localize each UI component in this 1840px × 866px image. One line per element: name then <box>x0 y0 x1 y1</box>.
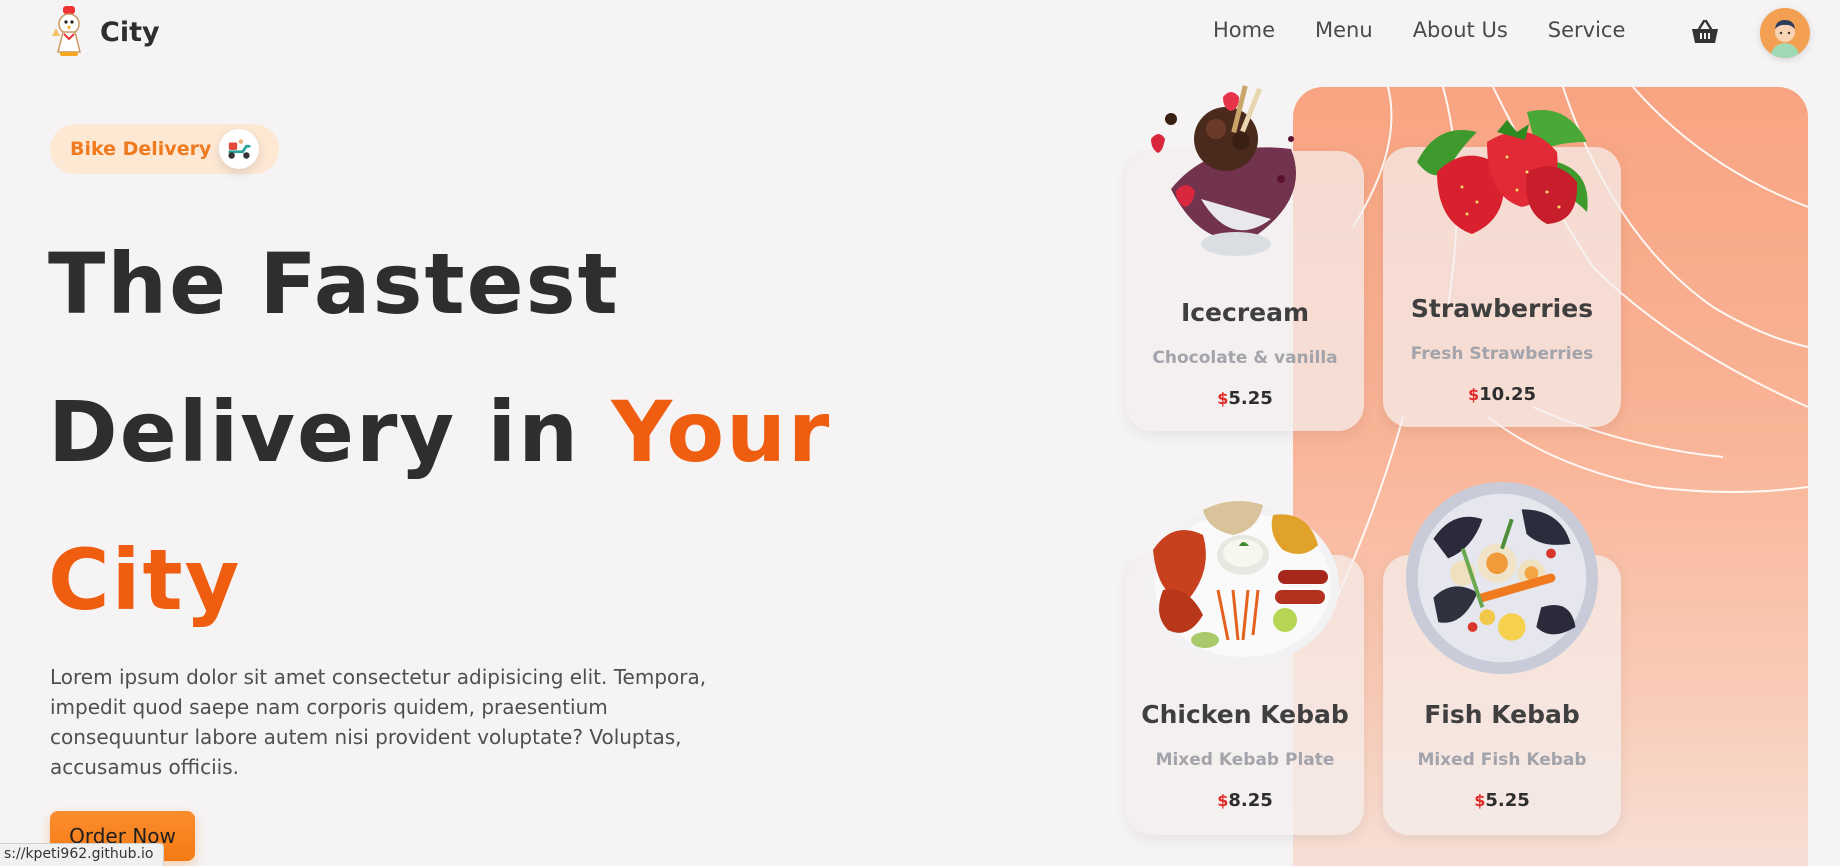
kebab-plate-image <box>1147 501 1339 665</box>
price-value: 5.25 <box>1228 388 1273 409</box>
card-subtitle: Chocolate & vanilla <box>1152 348 1338 368</box>
brand-name: City <box>100 16 160 48</box>
header: City Home Menu About Us Service <box>0 0 1840 66</box>
card-name: Strawberries <box>1410 294 1594 323</box>
currency-symbol: $ <box>1217 791 1229 810</box>
title-line-2: Delivery in <box>48 383 612 481</box>
title-highlight-city: City <box>48 531 242 629</box>
food-card-chicken-kebab[interactable]: Chicken Kebab Mixed Kebab Plate $8.25 <box>1126 501 1364 835</box>
card-subtitle: Mixed Kebab Plate <box>1155 750 1335 770</box>
card-subtitle: Mixed Fish Kebab <box>1417 750 1587 770</box>
food-card-icecream[interactable]: Icecream Chocolate & vanilla $5.25 <box>1126 85 1364 431</box>
card-subtitle: Fresh Strawberries <box>1410 344 1594 364</box>
avatar-icon <box>1760 8 1810 58</box>
currency-symbol: $ <box>1474 791 1486 810</box>
food-card-fish-kebab[interactable]: Fish Kebab Mixed Fish Kebab $5.25 <box>1383 481 1621 835</box>
brand[interactable]: City <box>48 6 160 58</box>
card-price: $8.25 <box>1126 790 1364 811</box>
currency-symbol: $ <box>1217 389 1229 408</box>
seafood-plate-image <box>1405 481 1599 675</box>
price-value: 5.25 <box>1485 790 1530 811</box>
nav-item-service[interactable]: Service <box>1548 18 1626 42</box>
bike-delivery-badge: Bike Delivery <box>50 124 280 174</box>
status-bar-url: s://kpeti962.github.io <box>0 843 165 866</box>
currency-symbol: $ <box>1467 385 1480 404</box>
badge-text: Bike Delivery <box>70 138 212 160</box>
user-avatar[interactable] <box>1760 8 1810 58</box>
card-name: Chicken Kebab <box>1141 700 1349 729</box>
hero-title: The Fastest Delivery in Your City <box>48 210 948 654</box>
basket-icon[interactable] <box>1690 18 1720 46</box>
title-line-1: The Fastest <box>48 235 620 333</box>
price-value: 8.25 <box>1228 790 1273 811</box>
nav-item-home[interactable]: Home <box>1213 18 1275 42</box>
strawberries-image <box>1417 110 1588 234</box>
card-price: $5.25 <box>1126 388 1364 409</box>
food-card-strawberries[interactable]: Strawberries Fresh Strawberries $10.25 <box>1383 110 1621 427</box>
nav-item-about-us[interactable]: About Us <box>1413 18 1508 42</box>
hero-description: Lorem ipsum dolor sit amet consectetur a… <box>50 665 707 779</box>
card-price: $10.25 <box>1383 384 1621 405</box>
scooter-icon <box>219 129 260 169</box>
chef-chicken-logo-icon <box>52 6 81 56</box>
price-value: 10.25 <box>1479 384 1537 405</box>
nav-item-menu[interactable]: Menu <box>1315 18 1373 42</box>
card-name: Fish Kebab <box>1424 700 1580 729</box>
title-highlight-your: Your <box>611 383 832 481</box>
chocolate-icecream-image <box>1151 85 1296 256</box>
card-price: $5.25 <box>1383 790 1621 811</box>
main-nav: Home Menu About Us Service <box>1213 18 1625 42</box>
card-name: Icecream <box>1180 298 1310 327</box>
